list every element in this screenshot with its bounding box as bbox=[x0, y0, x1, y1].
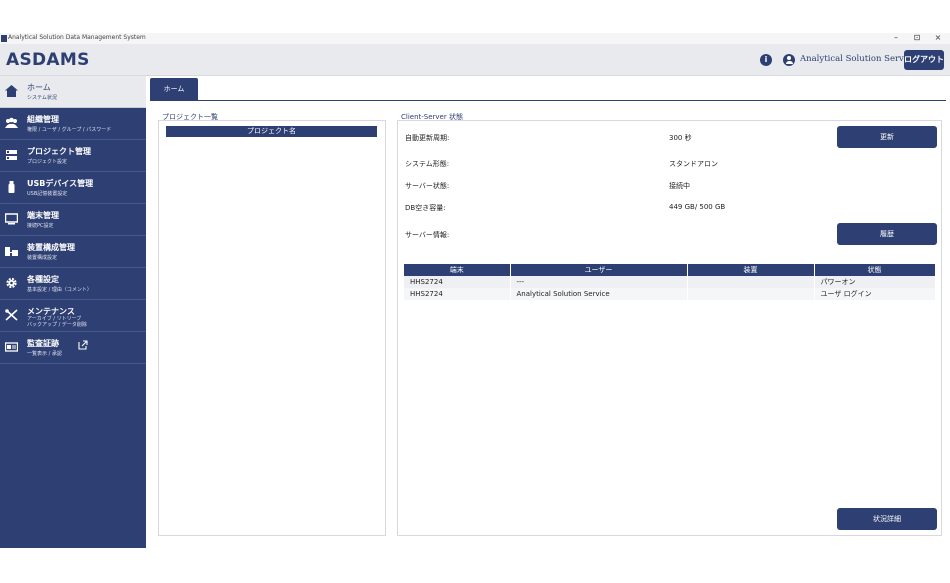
tab-home[interactable]: ホーム bbox=[150, 78, 198, 100]
brand-logo: ASDAMS bbox=[6, 50, 90, 70]
minimize-button[interactable]: – bbox=[890, 33, 902, 43]
system-form-label: システム形態: bbox=[405, 160, 450, 168]
column-header-user[interactable]: ユーザー bbox=[510, 264, 688, 276]
table-cell: ユーザ ログイン bbox=[814, 288, 936, 300]
app-header: ASDAMS i Analytical Solution Service bbox=[0, 44, 950, 76]
sidebar-item-sub: 接続PC設定 bbox=[27, 223, 54, 229]
table-cell: パワーオン bbox=[814, 276, 936, 288]
sidebar-item-audit[interactable]: 監査証跡 一覧表示 / 承認 bbox=[0, 332, 146, 364]
db-free-value: 449 GB/ 500 GB bbox=[669, 203, 726, 211]
users-icon bbox=[5, 117, 18, 128]
sidebar-item-maintenance[interactable]: メンテナンス アーカイブ / リトリーブ バックアップ / データ削除 bbox=[0, 300, 146, 332]
sidebar-item-label: 組織管理 bbox=[27, 115, 59, 124]
table-row[interactable]: HHS2724 Analytical Solution Service ユーザ … bbox=[404, 288, 936, 300]
terminal-status-table: 端末 ユーザー 装置 状態 HHS2724 --- パワーオン HHS2724 … bbox=[404, 264, 936, 300]
tools-icon bbox=[5, 309, 18, 321]
sidebar-item-sub: 権限 / ユーザ / グループ / パスワード bbox=[27, 127, 112, 133]
usb-icon bbox=[8, 181, 15, 193]
sidebar-item-terminal[interactable]: 端末管理 接続PC設定 bbox=[0, 204, 146, 236]
close-button[interactable]: × bbox=[932, 33, 944, 43]
sidebar-item-sub: 一覧表示 / 承認 bbox=[27, 351, 62, 357]
sidebar-item-label: 監査証跡 bbox=[27, 339, 59, 348]
sidebar-item-organization[interactable]: 組織管理 権限 / ユーザ / グループ / パスワード bbox=[0, 108, 146, 140]
sidebar-item-sub: システム状況 bbox=[27, 95, 57, 101]
server-info-label: サーバー情報: bbox=[405, 231, 450, 239]
sidebar-item-label: USBデバイス管理 bbox=[27, 179, 94, 188]
sidebar-item-sub: USB記憶装置設定 bbox=[27, 191, 68, 197]
logout-button[interactable]: ログアウト bbox=[904, 50, 944, 70]
table-cell: --- bbox=[510, 276, 688, 288]
app-icon bbox=[1, 35, 7, 42]
sidebar-item-label: 各種設定 bbox=[27, 275, 59, 284]
table-cell bbox=[687, 288, 815, 300]
sidebar-item-sub2: バックアップ / データ削除 bbox=[27, 322, 87, 328]
sidebar-item-sub: 基本設定 / 理由（コメント） bbox=[27, 287, 92, 293]
sidebar-item-sub: プロジェクト設定 bbox=[27, 159, 68, 165]
table-cell: Analytical Solution Service bbox=[510, 288, 688, 300]
auto-refresh-value: 300 秒 bbox=[669, 134, 692, 142]
sidebar-item-label: プロジェクト管理 bbox=[27, 147, 91, 156]
table-cell bbox=[687, 276, 815, 288]
window-title: Analytical Solution Data Management Syst… bbox=[8, 34, 146, 41]
tab-divider bbox=[150, 100, 946, 101]
window-titlebar: Analytical Solution Data Management Syst… bbox=[0, 33, 950, 44]
user-name: Analytical Solution Service bbox=[800, 54, 917, 64]
sidebar-item-usb[interactable]: USBデバイス管理 USB記憶装置設定 bbox=[0, 172, 146, 204]
sidebar-item-label: 端末管理 bbox=[27, 211, 59, 220]
column-header-state[interactable]: 状態 bbox=[814, 264, 936, 276]
app-window: Analytical Solution Data Management Syst… bbox=[0, 0, 950, 583]
sidebar-item-device-config[interactable]: 装置構成管理 装置構成設定 bbox=[0, 236, 146, 268]
info-icon[interactable]: i bbox=[760, 54, 772, 66]
monitor-icon bbox=[5, 213, 18, 225]
server-state-value: 接続中 bbox=[669, 182, 690, 190]
project-icon bbox=[6, 150, 17, 160]
sidebar-item-home[interactable]: ホーム システム状況 bbox=[0, 76, 146, 108]
project-name-column-header: プロジェクト名 bbox=[166, 126, 377, 137]
home-icon bbox=[5, 85, 18, 97]
db-free-label: DB空き容量: bbox=[405, 204, 446, 212]
maximize-button[interactable]: ⊡ bbox=[911, 33, 923, 43]
status-detail-button[interactable]: 状況詳細 bbox=[837, 508, 937, 530]
audit-icon bbox=[5, 342, 18, 352]
project-list-panel bbox=[158, 120, 386, 536]
device-config-icon bbox=[5, 247, 18, 256]
sidebar: ホーム システム状況 組織管理 権限 / ユーザ / グループ / パスワード … bbox=[0, 76, 146, 548]
sidebar-item-project[interactable]: プロジェクト管理 プロジェクト設定 bbox=[0, 140, 146, 172]
refresh-button[interactable]: 更新 bbox=[837, 126, 937, 148]
sidebar-item-settings[interactable]: 各種設定 基本設定 / 理由（コメント） bbox=[0, 268, 146, 300]
sidebar-item-label: ホーム bbox=[27, 83, 51, 92]
table-row[interactable]: HHS2724 --- パワーオン bbox=[404, 276, 936, 288]
user-icon bbox=[783, 54, 795, 66]
external-link-icon[interactable] bbox=[78, 340, 88, 350]
system-form-value: スタンドアロン bbox=[669, 160, 718, 168]
sidebar-item-label: 装置構成管理 bbox=[27, 243, 75, 252]
column-header-device[interactable]: 装置 bbox=[687, 264, 815, 276]
server-state-label: サーバー状態: bbox=[405, 182, 450, 190]
auto-refresh-label: 自動更新周期: bbox=[405, 134, 450, 142]
table-header-row: 端末 ユーザー 装置 状態 bbox=[404, 264, 936, 276]
table-cell: HHS2724 bbox=[404, 276, 511, 288]
gear-icon bbox=[6, 277, 17, 289]
history-button[interactable]: 履歴 bbox=[837, 223, 937, 245]
sidebar-item-sub: 装置構成設定 bbox=[27, 255, 58, 261]
column-header-terminal[interactable]: 端末 bbox=[404, 264, 511, 276]
table-cell: HHS2724 bbox=[404, 288, 511, 300]
